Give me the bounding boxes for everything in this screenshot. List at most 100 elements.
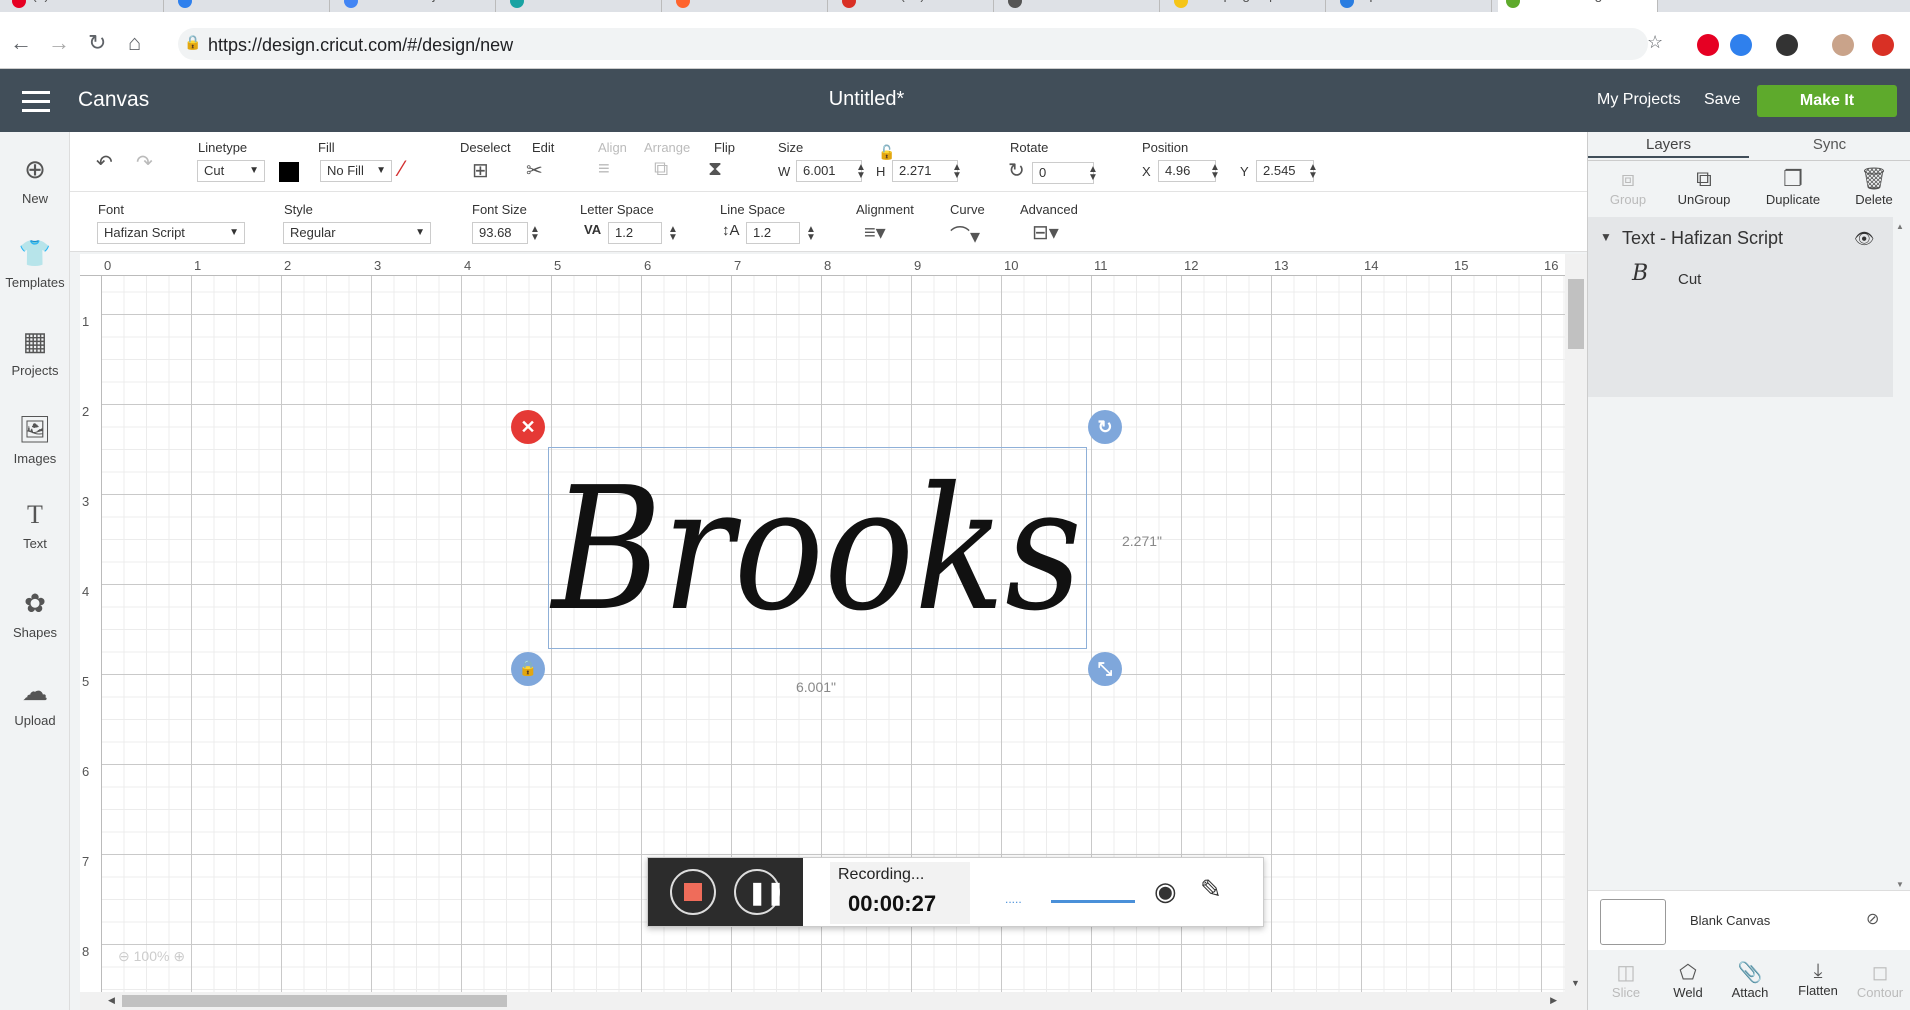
- letter-space-stepper-icon[interactable]: ▲ ▼: [668, 225, 678, 243]
- scroll-down-icon[interactable]: ▼: [1571, 978, 1580, 988]
- browser-tab[interactable]: Inbox (65) -✕: [834, 0, 994, 12]
- scroll-right-icon[interactable]: ▶: [1550, 995, 1557, 1006]
- my-projects-link[interactable]: My Projects: [1597, 91, 1681, 109]
- eye-hidden-icon[interactable]: ⊘: [1866, 909, 1879, 929]
- zoom-in-icon[interactable]: ⊕: [173, 948, 185, 964]
- slice-button[interactable]: ◫ Slice: [1596, 960, 1656, 1000]
- style-select[interactable]: Regular ▼: [283, 222, 431, 244]
- width-stepper-icon[interactable]: ▲ ▼: [856, 163, 866, 181]
- resize-handle-icon[interactable]: ⤡: [1088, 652, 1122, 686]
- duplicate-button[interactable]: ❐ Duplicate: [1753, 166, 1833, 207]
- nav-images[interactable]: 🖼 Images: [0, 414, 70, 466]
- group-button[interactable]: ⧈ Group: [1588, 166, 1668, 207]
- x-position-input[interactable]: 4.96: [1158, 160, 1216, 182]
- pinterest-extension-icon[interactable]: [1697, 34, 1719, 56]
- rotate-handle-icon[interactable]: ↻: [1088, 410, 1122, 444]
- font-size-input[interactable]: 93.68: [472, 222, 528, 244]
- browser-tab[interactable]: Campaigns |✕: [1166, 0, 1326, 12]
- height-input[interactable]: 2.271: [892, 160, 958, 182]
- align-icon[interactable]: ≡: [598, 158, 610, 181]
- browser-tab[interactable]: Cricut Design✕: [1498, 0, 1658, 12]
- advanced-icon[interactable]: ⊟▾: [1032, 220, 1059, 245]
- deselect-icon[interactable]: ⊞: [472, 158, 489, 183]
- save-button[interactable]: Save: [1704, 91, 1740, 109]
- extension-icon[interactable]: [1730, 34, 1752, 56]
- layer-item-label[interactable]: Cut: [1678, 271, 1701, 288]
- line-space-input[interactable]: 1.2: [746, 222, 800, 244]
- linetype-select[interactable]: Cut ▼: [197, 160, 265, 182]
- font-select[interactable]: Hafizan Script ▼: [97, 222, 245, 244]
- tab-layers[interactable]: Layers: [1588, 132, 1749, 158]
- vertical-scrollbar[interactable]: ▼: [1565, 254, 1587, 992]
- browser-tab[interactable]: (1) Pinterest✕: [4, 0, 164, 12]
- nav-shapes[interactable]: ✿ Shapes: [0, 588, 70, 640]
- nav-templates[interactable]: 👕 Templates: [0, 238, 70, 290]
- weld-button[interactable]: ⬠ Weld: [1658, 960, 1718, 1000]
- home-icon[interactable]: ⌂: [128, 30, 141, 56]
- browser-tab[interactable]: watercolor je✕: [336, 0, 496, 12]
- panel-scroll-up-icon[interactable]: ▲: [1896, 222, 1904, 231]
- attach-button[interactable]: 📎 Attach: [1720, 960, 1780, 1000]
- address-bar[interactable]: 🔒 https://design.cricut.com/#/design/new: [178, 28, 1648, 60]
- browser-tab[interactable]: Apowersoft✕: [1332, 0, 1492, 12]
- delete-button[interactable]: 🗑 Delete: [1834, 166, 1910, 207]
- pause-recording-button[interactable]: ❚❚: [734, 869, 785, 915]
- redo-icon[interactable]: ↷: [136, 150, 153, 175]
- layer-group-title[interactable]: Text - Hafizan Script: [1622, 228, 1783, 249]
- canvas-color-swatch[interactable]: [1600, 899, 1666, 945]
- nav-text[interactable]: T Text: [0, 500, 70, 551]
- fill-select[interactable]: No Fill ▼: [320, 160, 392, 182]
- panel-scroll-down-icon[interactable]: ▼: [1896, 880, 1904, 889]
- lock-handle-icon[interactable]: 🔒: [511, 652, 545, 686]
- font-size-stepper-icon[interactable]: ▲ ▼: [530, 225, 540, 243]
- pencil-annotate-icon[interactable]: ✎: [1200, 874, 1222, 905]
- flatten-button[interactable]: ⤓ Flatten: [1788, 960, 1848, 998]
- extension-icon[interactable]: [1776, 34, 1798, 56]
- y-position-input[interactable]: 2.545: [1256, 160, 1314, 182]
- volume-slider[interactable]: [1051, 900, 1135, 903]
- height-stepper-icon[interactable]: ▲ ▼: [952, 163, 962, 181]
- forward-arrow-icon[interactable]: →: [48, 30, 70, 56]
- make-it-button[interactable]: Make It: [1757, 85, 1897, 117]
- profile-avatar-icon[interactable]: [1832, 34, 1854, 56]
- webcam-icon[interactable]: ◉: [1154, 876, 1177, 907]
- edit-scissors-icon[interactable]: ✂: [526, 158, 543, 183]
- collapse-caret-icon[interactable]: ▼: [1600, 230, 1612, 244]
- y-stepper-icon[interactable]: ▲ ▼: [1308, 163, 1318, 181]
- no-fill-slash-icon[interactable]: ⁄: [400, 156, 404, 182]
- browser-tab[interactable]: Mediavine Pr✕: [502, 0, 662, 12]
- nav-new[interactable]: ⊕ New: [0, 154, 70, 206]
- extension-icon[interactable]: [1872, 34, 1894, 56]
- star-icon[interactable]: ☆: [1647, 32, 1663, 53]
- browser-tab[interactable]: Tailwind - V✕: [170, 0, 330, 12]
- line-space-stepper-icon[interactable]: ▲ ▼: [806, 225, 816, 243]
- scroll-left-icon[interactable]: ◀: [108, 995, 115, 1006]
- letter-space-input[interactable]: 1.2: [608, 222, 662, 244]
- back-arrow-icon[interactable]: ←: [10, 30, 32, 56]
- scroll-thumb[interactable]: [1568, 279, 1584, 349]
- nav-projects[interactable]: ▦ Projects: [0, 326, 70, 378]
- tab-sync[interactable]: Sync: [1749, 132, 1910, 158]
- zoom-out-icon[interactable]: ⊖: [118, 948, 130, 964]
- brooks-text-object[interactable]: Brooks: [540, 430, 1100, 660]
- horizontal-scrollbar[interactable]: ◀ ▶: [80, 992, 1587, 1010]
- browser-tab[interactable]: SEMrush - D✕: [668, 0, 828, 12]
- eye-visibility-icon[interactable]: 👁: [1854, 229, 1874, 249]
- width-input[interactable]: 6.001: [796, 160, 862, 182]
- reload-icon[interactable]: ↻: [88, 30, 106, 56]
- contour-button[interactable]: ◻ Contour: [1850, 960, 1910, 1000]
- arrange-icon[interactable]: ⧉: [654, 158, 668, 181]
- scroll-thumb[interactable]: [122, 995, 507, 1007]
- flip-icon[interactable]: ⧗: [708, 158, 722, 181]
- text-align-icon[interactable]: ≡▾: [864, 220, 886, 245]
- browser-tab[interactable]: Edit Post · C✕: [1000, 0, 1160, 12]
- curve-icon[interactable]: ⌒▾: [950, 220, 980, 249]
- rotate-input[interactable]: 0: [1032, 162, 1094, 184]
- undo-icon[interactable]: ↶: [96, 150, 113, 175]
- x-stepper-icon[interactable]: ▲ ▼: [1210, 163, 1220, 181]
- ungroup-button[interactable]: ⧉ UnGroup: [1664, 166, 1744, 207]
- lock-aspect-icon[interactable]: 🔓: [878, 144, 895, 161]
- rotate-stepper-icon[interactable]: ▲ ▼: [1088, 165, 1098, 183]
- delete-handle-close-icon[interactable]: ✕: [511, 410, 545, 444]
- nav-upload[interactable]: ☁ Upload: [0, 676, 70, 728]
